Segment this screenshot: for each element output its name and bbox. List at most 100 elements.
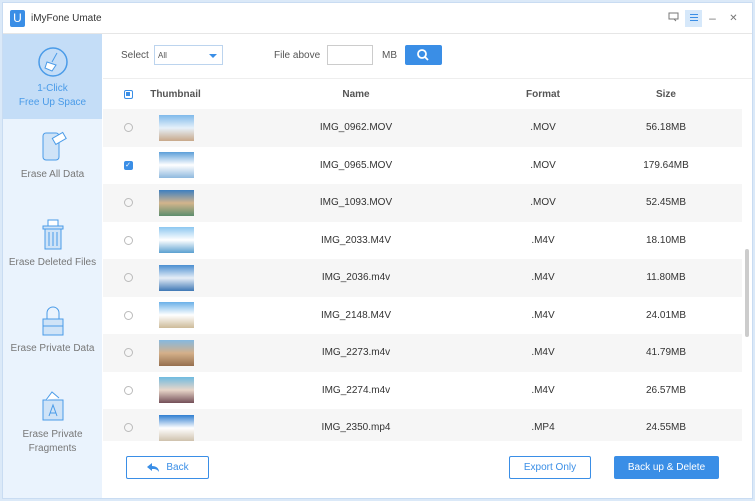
file-size-input[interactable]: [327, 45, 373, 65]
back-arrow-icon: [147, 462, 160, 472]
row-checkbox[interactable]: ✓: [123, 160, 133, 170]
close-button[interactable]: ✕: [725, 10, 742, 27]
file-list: IMG_0962.MOV .MOV 56.18MB ✓ IMG_0965.MOV …: [103, 109, 742, 441]
video-thumbnail: [159, 339, 194, 366]
file-name: IMG_2148.M4V: [320, 309, 392, 321]
sidebar-item-erase-all-data[interactable]: Erase All Data: [3, 130, 102, 182]
sidebar-item-label: Erase All Data: [20, 169, 85, 180]
file-format: .MOV: [530, 197, 556, 209]
feedback-icon[interactable]: [665, 10, 682, 27]
search-icon: [417, 49, 429, 61]
select-all-checkbox[interactable]: [123, 89, 133, 99]
table-row[interactable]: IMG_2036.m4v .M4V 11.80MB: [103, 259, 742, 297]
file-size: 52.45MB: [645, 197, 687, 209]
row-checkbox[interactable]: [123, 423, 133, 433]
row-checkbox[interactable]: [123, 198, 133, 208]
phone-eraser-icon: [42, 131, 67, 161]
search-button[interactable]: [405, 45, 442, 65]
table-row[interactable]: IMG_2274.m4v .M4V 26.57MB: [103, 372, 742, 410]
header-name[interactable]: Name: [256, 79, 456, 109]
table-header: Thumbnail Name Format Size: [103, 79, 742, 109]
table-row[interactable]: IMG_0962.MOV .MOV 56.18MB: [103, 109, 742, 147]
sidebar-item-erase-private-fragments[interactable]: Erase Private Fragments: [3, 390, 102, 456]
file-format: .M4V: [531, 234, 555, 246]
scrollbar[interactable]: [744, 109, 750, 441]
table-row[interactable]: IMG_2148.M4V .M4V 24.01MB: [103, 297, 742, 335]
header-size[interactable]: Size: [616, 79, 716, 109]
video-thumbnail: [159, 152, 194, 179]
select-dropdown[interactable]: All: [154, 45, 223, 65]
app-fragments-icon: [42, 391, 63, 421]
file-name: IMG_2033.M4V: [320, 234, 392, 246]
chevron-down-icon: [209, 54, 217, 58]
video-thumbnail: [159, 377, 194, 404]
file-size: 26.57MB: [645, 384, 687, 396]
app-logo: U: [10, 9, 25, 27]
sidebar-item-erase-private-data[interactable]: Erase Private Data: [3, 304, 102, 356]
select-label: Select: [121, 50, 149, 61]
video-thumbnail: [159, 414, 194, 441]
minimize-button[interactable]: –: [704, 10, 721, 27]
file-name: IMG_2036.m4v: [321, 272, 391, 284]
sidebar-item-label: 1-Click Free Up Space: [18, 83, 87, 108]
row-checkbox[interactable]: [123, 235, 133, 245]
file-name: IMG_1093.MOV: [319, 197, 393, 209]
row-checkbox[interactable]: [123, 123, 133, 133]
row-checkbox[interactable]: [123, 385, 133, 395]
row-checkbox[interactable]: [123, 310, 133, 320]
file-above-label: File above: [274, 50, 321, 61]
backup-delete-button[interactable]: Back up & Delete: [614, 456, 719, 479]
video-thumbnail: [159, 114, 194, 141]
sidebar-item-free-up-space[interactable]: 1-Click Free Up Space: [3, 34, 102, 119]
file-format: .M4V: [531, 347, 555, 359]
unit-label: MB: [382, 50, 397, 61]
export-only-button[interactable]: Export Only: [509, 456, 591, 479]
file-format: .M4V: [531, 309, 555, 321]
back-button[interactable]: Back: [126, 456, 209, 479]
file-format: .M4V: [531, 384, 555, 396]
header-thumbnail: Thumbnail: [150, 88, 201, 100]
scrollbar-thumb[interactable]: [745, 249, 749, 337]
row-checkbox[interactable]: [123, 348, 133, 358]
video-thumbnail: [159, 302, 194, 329]
back-label: Back: [166, 462, 189, 473]
file-size: 11.80MB: [646, 272, 686, 284]
table-row[interactable]: IMG_1093.MOV .MOV 52.45MB: [103, 184, 742, 222]
file-size: 24.55MB: [645, 422, 687, 434]
table-row[interactable]: IMG_2033.M4V .M4V 18.10MB: [103, 222, 742, 260]
file-size: 179.64MB: [643, 159, 689, 171]
row-checkbox[interactable]: [123, 273, 133, 283]
file-format: .MOV: [530, 159, 556, 171]
header-format[interactable]: Format: [493, 79, 593, 109]
sidebar: 1-Click Free Up Space Erase All Data Era…: [3, 34, 102, 498]
title-bar: U iMyFone Umate – ✕: [3, 3, 752, 34]
app-window: U iMyFone Umate – ✕ 1-Click Free Up Spac…: [2, 2, 753, 499]
file-size: 56.18MB: [645, 122, 687, 134]
video-thumbnail: [159, 189, 194, 216]
menu-icon[interactable]: [685, 10, 702, 27]
video-thumbnail: [159, 227, 194, 254]
file-name: IMG_0962.MOV: [319, 122, 393, 134]
file-size: 41.79MB: [645, 347, 687, 359]
file-format: .M4V: [531, 272, 555, 284]
file-name: IMG_2274.m4v: [321, 384, 391, 396]
app-title: iMyFone Umate: [31, 12, 102, 24]
file-format: .MP4: [531, 422, 555, 434]
file-name: IMG_2350.mp4: [321, 422, 391, 434]
video-thumbnail: [159, 264, 194, 291]
file-format: .MOV: [530, 122, 556, 134]
table-row[interactable]: IMG_2273.m4v .M4V 41.79MB: [103, 334, 742, 372]
broom-icon: [37, 47, 68, 77]
file-size: 24.01MB: [645, 309, 687, 321]
table-row[interactable]: IMG_2350.mp4 .MP4 24.55MB: [103, 409, 742, 441]
sidebar-item-label: Erase Deleted Files: [8, 257, 97, 268]
sidebar-item-label: Erase Private Data: [10, 343, 95, 354]
filter-toolbar: Select All File above MB: [103, 34, 752, 79]
sidebar-item-erase-deleted-files[interactable]: Erase Deleted Files: [3, 218, 102, 270]
file-name: IMG_0965.MOV: [319, 159, 393, 171]
select-value: All: [158, 51, 167, 60]
sidebar-item-label: Erase Private Fragments: [22, 429, 83, 454]
trash-icon: [42, 219, 63, 250]
file-size: 18.10MB: [645, 234, 687, 246]
table-row[interactable]: ✓ IMG_0965.MOV .MOV 179.64MB: [103, 147, 742, 185]
